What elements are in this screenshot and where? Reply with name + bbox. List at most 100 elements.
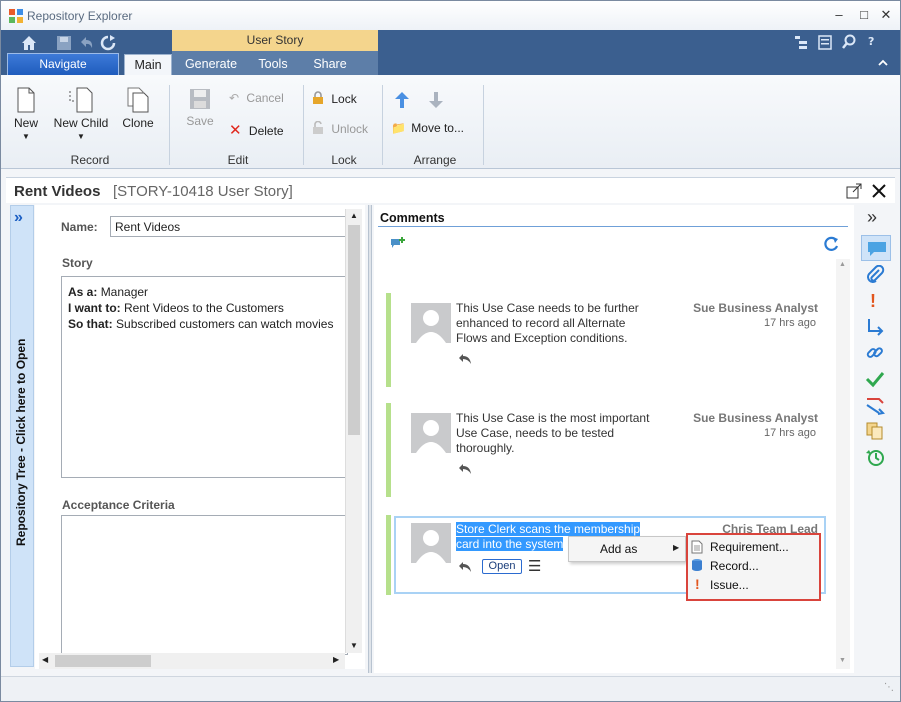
- history-icon[interactable]: [865, 447, 885, 467]
- comment-text-line: enhanced to record all Alternate: [456, 316, 626, 330]
- vertical-scroll-thumb[interactable]: [348, 225, 360, 435]
- link-icon[interactable]: [865, 343, 885, 363]
- maximize-button[interactable]: □: [856, 7, 872, 23]
- close-document-icon[interactable]: [872, 184, 886, 198]
- minimize-button[interactable]: –: [831, 7, 847, 23]
- new-child-label: New Child: [53, 116, 109, 130]
- group-separator: [303, 85, 304, 165]
- story-value: Subscribed customers can watch movies: [116, 317, 334, 331]
- refresh-quick-icon[interactable]: [99, 34, 117, 52]
- check-icon[interactable]: [865, 369, 885, 389]
- group-separator: [483, 85, 484, 165]
- move-down-icon[interactable]: [428, 91, 444, 109]
- scroll-down-icon[interactable]: ▼: [350, 641, 358, 650]
- tab-share[interactable]: Share: [306, 54, 354, 75]
- reply-icon[interactable]: [458, 561, 472, 573]
- repository-tree-toggle[interactable]: » Repository Tree - Click here to Open: [10, 205, 34, 667]
- trace-icon[interactable]: [865, 317, 885, 337]
- refresh-comments-icon[interactable]: [823, 235, 840, 252]
- home-icon[interactable]: [20, 34, 38, 52]
- cancel-button[interactable]: ↶ Cancel: [229, 91, 291, 105]
- comment-text: This Use Case needs to be further enhanc…: [456, 301, 676, 346]
- add-as-submenu: Requirement... Record... ! Issue...: [686, 533, 821, 601]
- unlock-button[interactable]: Unlock: [311, 120, 375, 136]
- add-comment-icon[interactable]: [390, 236, 406, 250]
- group-record-label: Record: [70, 153, 110, 167]
- clone-button[interactable]: Clone: [119, 87, 157, 130]
- repository-explorer-window: Repository Explorer – □ ✕ User Story Nav…: [0, 0, 901, 702]
- new-child-button[interactable]: New Child ▼: [51, 87, 111, 141]
- list-view-icon[interactable]: [817, 34, 833, 50]
- story-value: Rent Videos to the Customers: [124, 301, 284, 315]
- lock-button[interactable]: Lock: [311, 91, 375, 106]
- reply-icon[interactable]: [458, 353, 472, 365]
- svg-text:?: ?: [868, 35, 874, 48]
- attachment-icon[interactable]: [865, 265, 885, 285]
- comments-title: Comments: [380, 211, 445, 225]
- document-header: Rent Videos [STORY-10418 User Story]: [6, 177, 895, 203]
- open-button[interactable]: Open: [482, 559, 522, 574]
- acceptance-criteria-editor[interactable]: [61, 515, 348, 655]
- navigate-button[interactable]: Navigate: [7, 53, 119, 75]
- save-quick-icon[interactable]: [55, 34, 73, 52]
- issue-icon: !: [695, 576, 700, 592]
- menu-item-requirement[interactable]: Requirement...: [710, 540, 789, 554]
- form-vertical-scrollbar[interactable]: ▲ ▼: [345, 209, 362, 653]
- reply-icon[interactable]: [458, 463, 472, 475]
- comment-author: Sue Business Analyst: [693, 301, 818, 315]
- form-horizontal-scrollbar[interactable]: ◀ ▶: [39, 653, 345, 669]
- resize-grip-icon[interactable]: ⋱: [884, 682, 894, 693]
- delete-button[interactable]: ✕ Delete: [229, 121, 291, 139]
- save-button[interactable]: Save: [183, 87, 217, 128]
- popout-icon[interactable]: [846, 183, 862, 199]
- story-value: Manager: [100, 285, 149, 299]
- delete-icon: ✕: [229, 122, 242, 139]
- lock-label: Lock: [331, 92, 357, 106]
- close-window-button[interactable]: ✕: [878, 7, 894, 23]
- tab-tools[interactable]: Tools: [251, 54, 295, 75]
- submenu-arrow-icon: ▶: [673, 543, 680, 552]
- unlock-icon: [313, 120, 323, 134]
- issue-icon[interactable]: !: [870, 291, 876, 312]
- help-icon[interactable]: ?: [865, 34, 881, 50]
- menu-item-issue[interactable]: Issue...: [710, 578, 749, 592]
- comment-text-line: This Use Case needs to be further: [456, 301, 639, 315]
- tab-main[interactable]: Main: [124, 54, 172, 75]
- comment-text-line: Store Clerk scans the membership: [456, 522, 641, 536]
- relations-icon[interactable]: [865, 395, 885, 415]
- comments-scrollbar[interactable]: ▲ ▼: [836, 259, 850, 669]
- user-avatar-icon: [416, 420, 446, 453]
- delete-label: Delete: [248, 124, 284, 138]
- menu-item-add-as[interactable]: Add as: [600, 542, 637, 556]
- scroll-up-icon[interactable]: ▲: [839, 261, 846, 268]
- comments-rail-button[interactable]: [861, 235, 891, 261]
- ribbon-header: User Story Navigate Main Generate Tools …: [1, 30, 900, 75]
- avatar: [411, 413, 451, 453]
- undo-icon[interactable]: [77, 34, 95, 52]
- scroll-up-icon[interactable]: ▲: [350, 211, 358, 220]
- scroll-left-icon[interactable]: ◀: [42, 655, 48, 664]
- scroll-right-icon[interactable]: ▶: [333, 655, 339, 664]
- scroll-down-icon[interactable]: ▼: [839, 657, 846, 664]
- move-up-icon[interactable]: [394, 91, 410, 109]
- copy-icon[interactable]: [865, 421, 885, 441]
- status-bar: ⋱: [1, 676, 900, 701]
- expand-rail-icon[interactable]: »: [867, 207, 877, 228]
- new-button[interactable]: New ▼: [11, 87, 41, 141]
- name-input[interactable]: Rent Videos: [110, 216, 348, 237]
- tree-view-icon[interactable]: [793, 34, 809, 50]
- horizontal-scroll-thumb[interactable]: [55, 655, 151, 667]
- story-editor[interactable]: As a: Manager I want to: Rent Videos to …: [61, 276, 348, 478]
- menu-item-record[interactable]: Record...: [710, 559, 759, 573]
- save-label: Save: [186, 114, 214, 128]
- collapse-ribbon-icon[interactable]: [877, 57, 889, 69]
- lock-icon: [313, 91, 323, 104]
- story-line-so-that: So that: Subscribed customers can watch …: [68, 316, 333, 332]
- tab-generate[interactable]: Generate: [179, 54, 243, 75]
- comment-menu-icon[interactable]: ☰: [528, 557, 541, 575]
- panel-splitter[interactable]: [368, 205, 372, 673]
- user-avatar-icon: [416, 530, 446, 563]
- move-to-button[interactable]: 📁 Move to...: [391, 121, 471, 135]
- search-icon[interactable]: [841, 34, 857, 50]
- title-bar: Repository Explorer – □ ✕: [1, 1, 900, 30]
